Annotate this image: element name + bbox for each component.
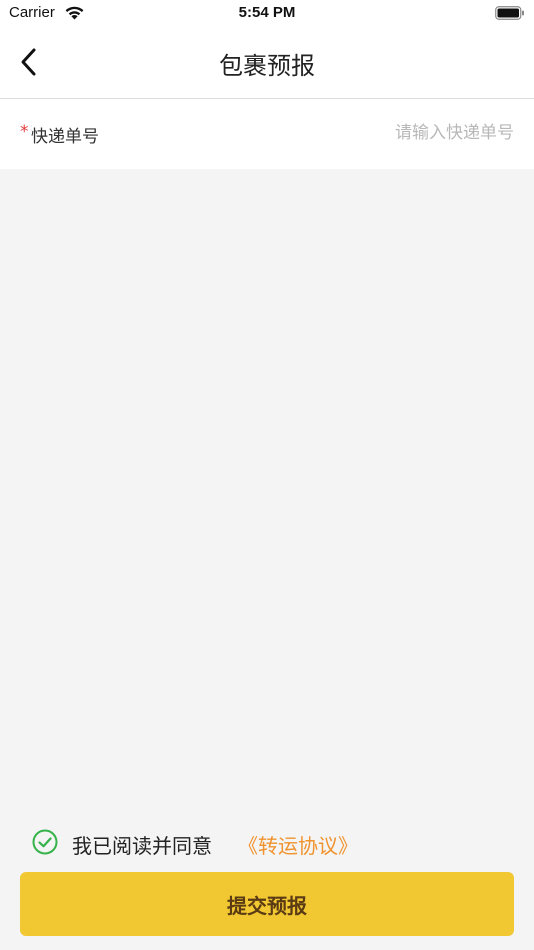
agreement-text: 我已阅读并同意 [72,834,212,858]
tracking-number-row: * 快递单号 [0,99,534,169]
battery-full-icon [495,6,524,20]
header: Carrier 5:54 PM 包裹预报 [0,0,534,99]
submit-button[interactable]: 提交预报 [20,872,514,936]
status-time: 5:54 PM [238,4,296,21]
navigation-bar: 包裹预报 [0,28,534,98]
agreement-row: 我已阅读并同意 《转运协议》 [32,828,512,859]
status-bar: Carrier 5:54 PM [0,0,534,28]
agreement-link[interactable]: 《转运协议》 [238,830,358,859]
tracking-number-input[interactable] [264,117,514,149]
check-circle-icon[interactable] [32,829,58,855]
required-indicator: * [20,122,29,142]
tracking-number-label: 快递单号 [31,127,99,147]
page-title: 包裹预报 [219,52,315,80]
